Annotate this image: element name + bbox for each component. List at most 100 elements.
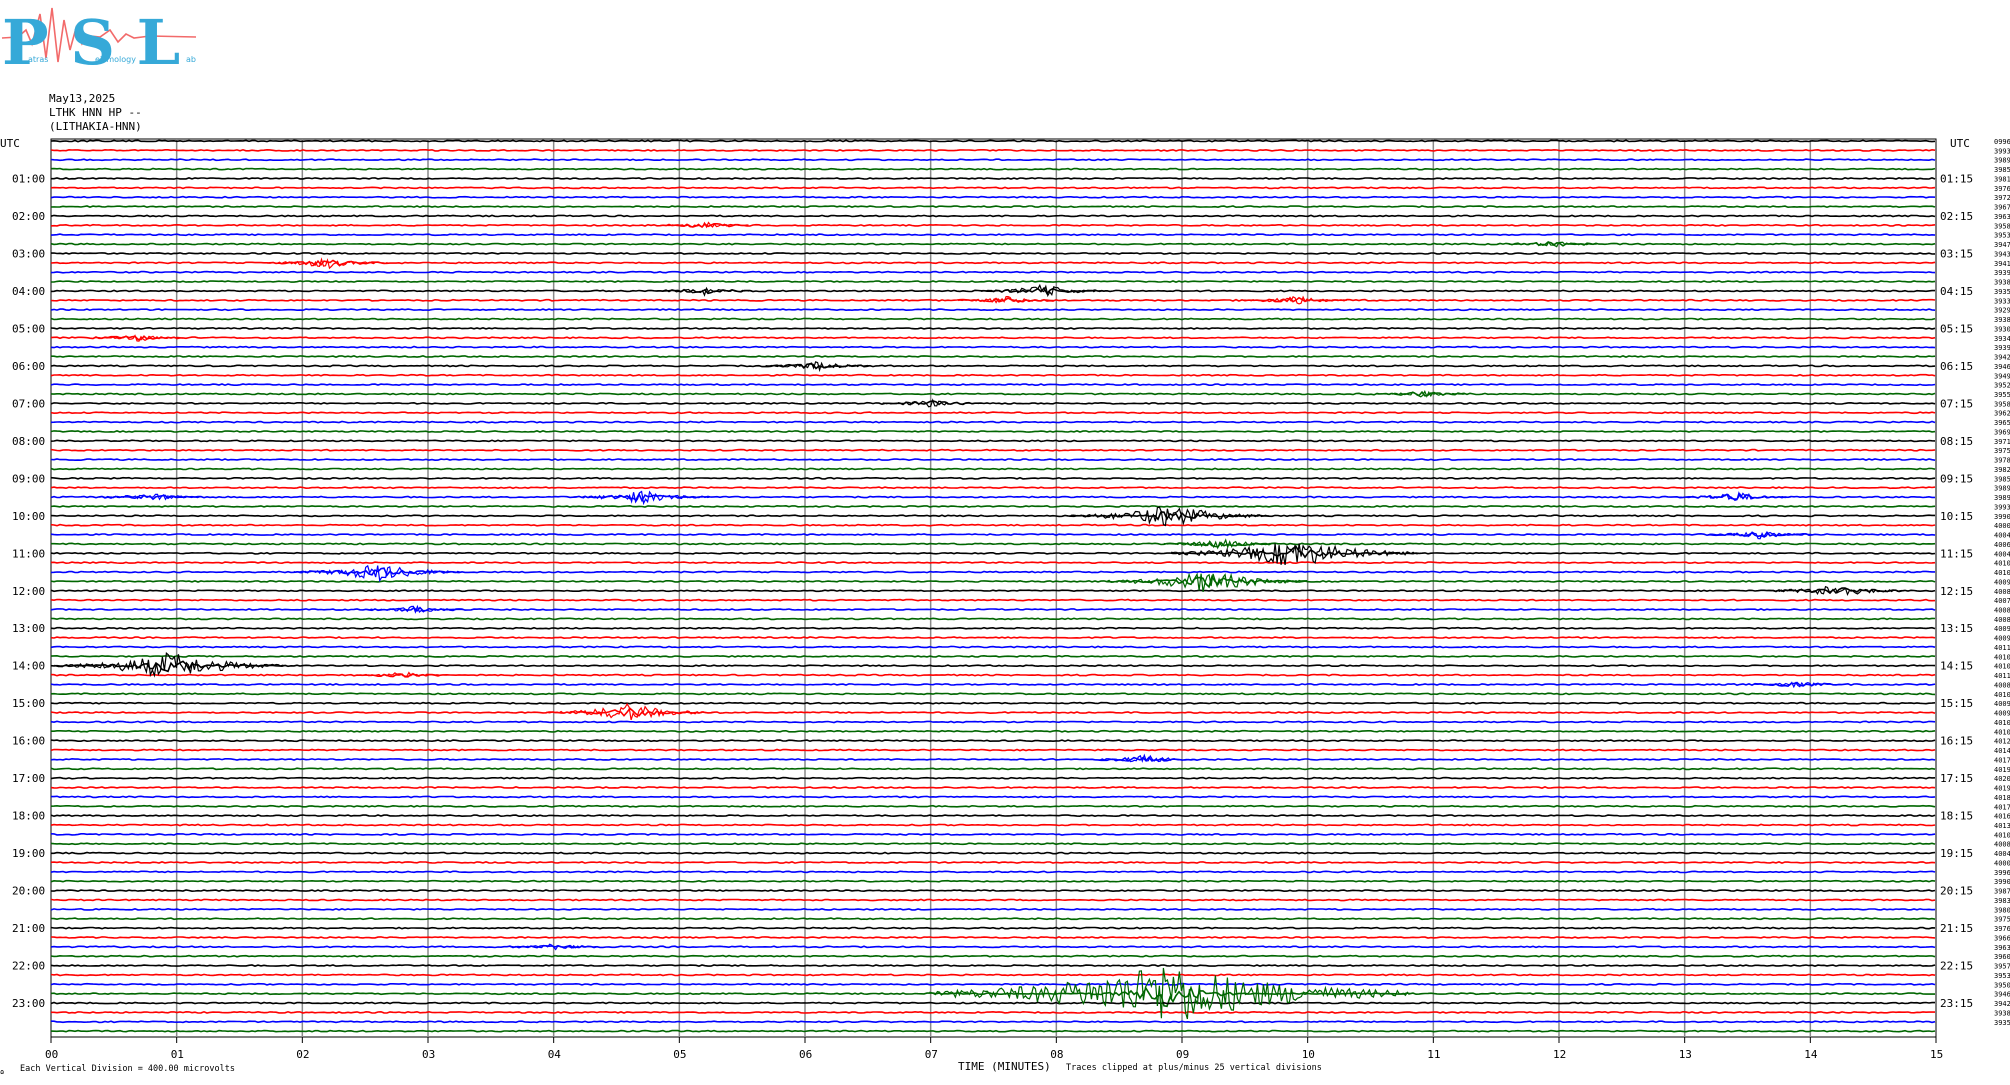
clipping-note: Traces clipped at plus/minus 25 vertical… — [1066, 1063, 1322, 1073]
trace-value: 3971 — [1994, 438, 2010, 446]
trace-82 — [50, 907, 1936, 911]
trace-value: 4008 — [1994, 616, 2010, 624]
trace-value: 3996 — [1994, 869, 2010, 877]
trace-value: 4011 — [1994, 672, 2010, 680]
trace-76 — [51, 851, 1936, 855]
right-hour-label: 19:15 — [1940, 847, 1973, 860]
trace-value: 4010 — [1994, 728, 2010, 736]
trace-value: 3987 — [1994, 888, 2010, 896]
header-location: (LITHAKIA-HNN) — [49, 120, 142, 133]
left-hour-label: 21:00 — [12, 922, 45, 935]
trace-52 — [50, 626, 1936, 630]
trace-10 — [50, 233, 1936, 237]
trace-29 — [50, 411, 1936, 415]
x-tick-label: 11 — [1427, 1048, 1440, 1061]
trace-70 — [51, 795, 1936, 799]
trace-value: 3933 — [1994, 297, 2010, 305]
trace-value: 3967 — [1994, 204, 2010, 212]
trace-43 — [51, 541, 1936, 548]
trace-57 — [50, 673, 1936, 678]
left-hour-label: 03:00 — [12, 247, 45, 260]
trace-5 — [50, 186, 1936, 190]
trace-21 — [50, 335, 1936, 341]
x-tick-label: 04 — [548, 1048, 562, 1061]
logo-text: P S L — [2, 6, 180, 79]
trace-value: 3993 — [1994, 503, 2010, 511]
right-hour-label: 22:15 — [1940, 960, 1973, 973]
trace-value: 4010 — [1994, 569, 2010, 577]
trace-value: 4013 — [1994, 822, 2010, 830]
trace-49 — [50, 598, 1936, 602]
trace-80 — [50, 889, 1936, 893]
x-tick-label: 15 — [1930, 1048, 1943, 1061]
trace-value: 3976 — [1994, 925, 2010, 933]
right-hour-label: 07:15 — [1940, 397, 1973, 410]
right-hour-label: 02:15 — [1940, 210, 1973, 223]
trace-value: 3935 — [1994, 1019, 2010, 1027]
trace-value: 4017 — [1994, 803, 2010, 811]
trace-value: 3942 — [1994, 354, 2010, 362]
left-hour-label: 18:00 — [12, 810, 45, 823]
left-hour-label: 17:00 — [12, 772, 45, 785]
trace-69 — [50, 786, 1936, 789]
trace-35 — [50, 467, 1936, 471]
right-hour-label: 21:15 — [1940, 922, 1973, 935]
trace-value: 3938 — [1994, 279, 2010, 287]
trace-value: 3980 — [1994, 906, 2010, 914]
right-hour-label: 06:15 — [1940, 360, 1973, 373]
logo-l-small: ab — [186, 55, 196, 64]
trace-value: 3993 — [1994, 147, 2010, 155]
trace-87 — [50, 954, 1936, 958]
trace-1 — [50, 148, 1936, 152]
trace-value: 4008 — [1994, 588, 2010, 596]
trace-51 — [50, 617, 1936, 621]
left-hour-label: 22:00 — [12, 960, 45, 973]
trace-value: 3952 — [1994, 382, 2010, 390]
trace-86 — [50, 944, 1936, 949]
right-hour-label: 01:15 — [1940, 173, 1973, 186]
trace-27 — [50, 390, 1936, 397]
trace-value: 3941 — [1994, 260, 2010, 268]
utc-right-label: UTC — [1950, 137, 1970, 150]
trace-value: 3976 — [1994, 185, 2010, 193]
right-hour-label: 14:15 — [1940, 660, 1973, 673]
x-axis-title: TIME (MINUTES) — [958, 1060, 1051, 1073]
trace-value: 0996 — [1994, 138, 2010, 146]
x-tick-label: 12 — [1553, 1048, 1566, 1061]
left-hour-labels: 01:00 02:00 03:00 04:00 05:00 06:00 07:00 08:00… — [12, 173, 45, 1011]
x-tick-label: 02 — [296, 1048, 309, 1061]
trace-value: 3981 — [1994, 176, 2010, 184]
trace-90 — [50, 982, 1936, 986]
trace-value: 3946 — [1994, 991, 2010, 999]
trace-0 — [50, 139, 1936, 143]
trace-50 — [50, 606, 1936, 612]
right-hour-label: 18:15 — [1940, 810, 1973, 823]
trace-value: 3985 — [1994, 166, 2010, 174]
trace-67 — [50, 767, 1936, 771]
event-burst-3 — [979, 283, 1108, 298]
trace-value: 3958 — [1994, 400, 2010, 408]
left-hour-label: 14:00 — [12, 660, 45, 673]
trace-94 — [51, 1020, 1936, 1024]
trace-85 — [50, 936, 1936, 939]
trace-value: 4017 — [1994, 756, 2010, 764]
trace-value: 3953 — [1994, 232, 2010, 240]
logo-p-small: atras — [28, 55, 48, 64]
x-tick-label: 00 — [45, 1048, 58, 1061]
right-hour-label: 11:15 — [1940, 547, 1973, 560]
left-hour-label: 02:00 — [12, 210, 45, 223]
right-hour-label: 05:15 — [1940, 322, 1973, 335]
trace-value: 4009 — [1994, 700, 2010, 708]
left-hour-label: 19:00 — [12, 847, 45, 860]
trace-28 — [50, 400, 1936, 406]
psl-logo: P S L atras eismology ab — [1, 6, 197, 79]
trace-83 — [50, 917, 1936, 921]
trace-30 — [50, 420, 1936, 424]
left-hour-label: 09:00 — [12, 472, 45, 485]
trace-61 — [50, 707, 1936, 717]
trace-value: 3939 — [1994, 344, 2010, 352]
trace-value: 3978 — [1994, 457, 2010, 465]
trace-37 — [50, 486, 1936, 490]
trace-value: 3989 — [1994, 494, 2010, 502]
trace-71 — [50, 804, 1936, 808]
